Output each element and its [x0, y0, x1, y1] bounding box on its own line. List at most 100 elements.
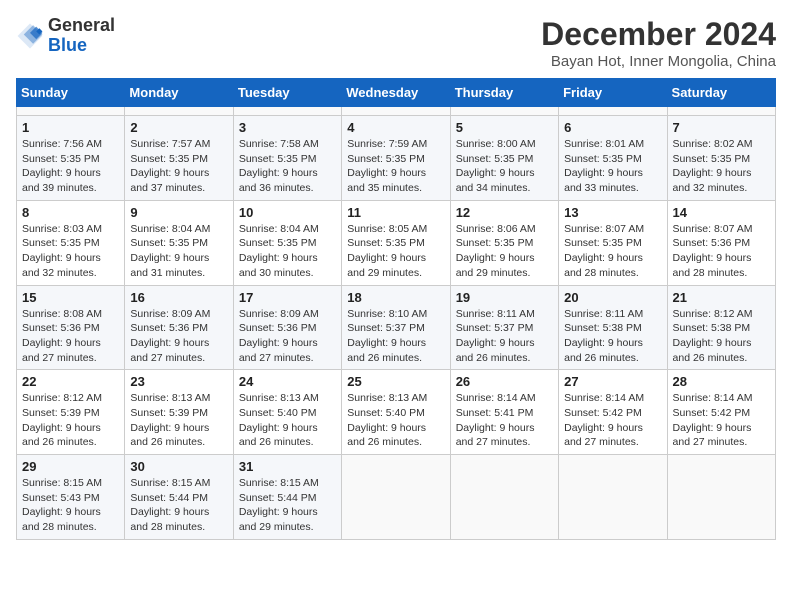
day-info: Sunrise: 8:02 AMSunset: 5:35 PMDaylight:…	[673, 137, 770, 196]
day-info: Sunrise: 8:10 AMSunset: 5:37 PMDaylight:…	[347, 307, 444, 366]
table-row: 26Sunrise: 8:14 AMSunset: 5:41 PMDayligh…	[450, 370, 558, 455]
table-row: 14 Sunrise: 8:07 AMSunset: 5:36 PMDayligh…	[667, 200, 775, 285]
day-info: Sunrise: 8:13 AMSunset: 5:39 PMDaylight:…	[130, 391, 227, 450]
table-row: 2Sunrise: 7:57 AMSunset: 5:35 PMDaylight…	[125, 116, 233, 201]
day-info: Sunrise: 8:14 AMSunset: 5:41 PMDaylight:…	[456, 391, 553, 450]
day-number: 27	[564, 374, 661, 389]
day-number: 19	[456, 290, 553, 305]
page-header: General Blue December 2024 Bayan Hot, In…	[16, 16, 776, 70]
day-number: 12	[456, 205, 553, 220]
table-row	[17, 107, 125, 116]
logo: General Blue	[16, 16, 115, 56]
day-info: Sunrise: 8:14 AMSunset: 5:42 PMDaylight:…	[564, 391, 661, 450]
table-row: 18Sunrise: 8:10 AMSunset: 5:37 PMDayligh…	[342, 285, 450, 370]
day-number: 4	[347, 120, 444, 135]
day-info: Sunrise: 8:04 AMSunset: 5:35 PMDaylight:…	[130, 222, 227, 281]
day-number: 22	[22, 374, 119, 389]
day-info: Sunrise: 7:57 AMSunset: 5:35 PMDaylight:…	[130, 137, 227, 196]
day-number: 11	[347, 205, 444, 220]
day-number: 24	[239, 374, 336, 389]
table-row	[342, 455, 450, 540]
day-number: 10	[239, 205, 336, 220]
table-row: 8Sunrise: 8:03 AMSunset: 5:35 PMDaylight…	[17, 200, 125, 285]
table-row: 30Sunrise: 8:15 AMSunset: 5:44 PMDayligh…	[125, 455, 233, 540]
day-number: 23	[130, 374, 227, 389]
day-info: Sunrise: 8:13 AMSunset: 5:40 PMDaylight:…	[239, 391, 336, 450]
header-saturday: Saturday	[667, 79, 775, 107]
table-row: 9 Sunrise: 8:04 AMSunset: 5:35 PMDaylight…	[125, 200, 233, 285]
calendar-table: Sunday Monday Tuesday Wednesday Thursday…	[16, 78, 776, 540]
table-row: 21 Sunrise: 8:12 AMSunset: 5:38 PMDayligh…	[667, 285, 775, 370]
table-row	[667, 455, 775, 540]
day-number: 7	[673, 120, 770, 135]
logo-blue: Blue	[48, 35, 87, 55]
table-row: 17Sunrise: 8:09 AMSunset: 5:36 PMDayligh…	[233, 285, 341, 370]
logo-text: General Blue	[48, 16, 115, 56]
table-row: 31Sunrise: 8:15 AMSunset: 5:44 PMDayligh…	[233, 455, 341, 540]
table-row: 11Sunrise: 8:05 AMSunset: 5:35 PMDayligh…	[342, 200, 450, 285]
day-number: 1	[22, 120, 119, 135]
day-number: 28	[673, 374, 770, 389]
location-title: Bayan Hot, Inner Mongolia, China	[541, 53, 776, 70]
table-row: 29 Sunrise: 8:15 AMSunset: 5:43 PMDayligh…	[17, 455, 125, 540]
day-info: Sunrise: 8:07 AMSunset: 5:35 PMDaylight:…	[564, 222, 661, 281]
day-number: 8	[22, 205, 119, 220]
header-thursday: Thursday	[450, 79, 558, 107]
calendar-header-row: Sunday Monday Tuesday Wednesday Thursday…	[17, 79, 776, 107]
day-number: 14	[673, 205, 770, 220]
day-info: Sunrise: 8:13 AMSunset: 5:40 PMDaylight:…	[347, 391, 444, 450]
day-info: Sunrise: 8:04 AMSunset: 5:35 PMDaylight:…	[239, 222, 336, 281]
table-row	[667, 107, 775, 116]
table-row	[342, 107, 450, 116]
calendar-week-row: 1 Sunrise: 7:56 AMSunset: 5:35 PMDaylight…	[17, 116, 776, 201]
table-row: 12 Sunrise: 8:06 AMSunset: 5:35 PMDayligh…	[450, 200, 558, 285]
table-row	[450, 455, 558, 540]
table-row: 4 Sunrise: 7:59 AMSunset: 5:35 PMDaylight…	[342, 116, 450, 201]
day-number: 29	[22, 459, 119, 474]
day-number: 20	[564, 290, 661, 305]
table-row	[559, 455, 667, 540]
table-row: 13Sunrise: 8:07 AMSunset: 5:35 PMDayligh…	[559, 200, 667, 285]
calendar-week-row: 29 Sunrise: 8:15 AMSunset: 5:43 PMDayligh…	[17, 455, 776, 540]
table-row: 20 Sunrise: 8:11 AMSunset: 5:38 PMDayligh…	[559, 285, 667, 370]
title-area: December 2024 Bayan Hot, Inner Mongolia,…	[541, 16, 776, 70]
table-row: 16Sunrise: 8:09 AMSunset: 5:36 PMDayligh…	[125, 285, 233, 370]
table-row: 28Sunrise: 8:14 AMSunset: 5:42 PMDayligh…	[667, 370, 775, 455]
day-number: 9	[130, 205, 227, 220]
table-row: 5Sunrise: 8:00 AMSunset: 5:35 PMDaylight…	[450, 116, 558, 201]
day-number: 5	[456, 120, 553, 135]
day-info: Sunrise: 8:15 AMSunset: 5:44 PMDaylight:…	[130, 476, 227, 535]
day-info: Sunrise: 8:12 AMSunset: 5:39 PMDaylight:…	[22, 391, 119, 450]
table-row	[125, 107, 233, 116]
table-row: 3Sunrise: 7:58 AMSunset: 5:35 PMDaylight…	[233, 116, 341, 201]
day-info: Sunrise: 8:01 AMSunset: 5:35 PMDaylight:…	[564, 137, 661, 196]
table-row	[233, 107, 341, 116]
day-info: Sunrise: 7:59 AMSunset: 5:35 PMDaylight:…	[347, 137, 444, 196]
calendar-week-row: 8Sunrise: 8:03 AMSunset: 5:35 PMDaylight…	[17, 200, 776, 285]
day-number: 16	[130, 290, 227, 305]
day-info: Sunrise: 8:11 AMSunset: 5:38 PMDaylight:…	[564, 307, 661, 366]
day-number: 31	[239, 459, 336, 474]
table-row: 23 Sunrise: 8:13 AMSunset: 5:39 PMDayligh…	[125, 370, 233, 455]
day-info: Sunrise: 8:07 AMSunset: 5:36 PMDaylight:…	[673, 222, 770, 281]
day-info: Sunrise: 8:12 AMSunset: 5:38 PMDaylight:…	[673, 307, 770, 366]
calendar-week-row: 15Sunrise: 8:08 AMSunset: 5:36 PMDayligh…	[17, 285, 776, 370]
calendar-week-row	[17, 107, 776, 116]
table-row: 22 Sunrise: 8:12 AMSunset: 5:39 PMDayligh…	[17, 370, 125, 455]
logo-icon	[16, 22, 44, 50]
day-info: Sunrise: 7:56 AMSunset: 5:35 PMDaylight:…	[22, 137, 119, 196]
day-number: 6	[564, 120, 661, 135]
table-row	[450, 107, 558, 116]
table-row: 15Sunrise: 8:08 AMSunset: 5:36 PMDayligh…	[17, 285, 125, 370]
day-number: 21	[673, 290, 770, 305]
header-tuesday: Tuesday	[233, 79, 341, 107]
table-row	[559, 107, 667, 116]
day-info: Sunrise: 8:15 AMSunset: 5:43 PMDaylight:…	[22, 476, 119, 535]
table-row: 25Sunrise: 8:13 AMSunset: 5:40 PMDayligh…	[342, 370, 450, 455]
table-row: 19Sunrise: 8:11 AMSunset: 5:37 PMDayligh…	[450, 285, 558, 370]
month-title: December 2024	[541, 16, 776, 53]
day-info: Sunrise: 8:06 AMSunset: 5:35 PMDaylight:…	[456, 222, 553, 281]
day-info: Sunrise: 8:09 AMSunset: 5:36 PMDaylight:…	[239, 307, 336, 366]
header-monday: Monday	[125, 79, 233, 107]
table-row: 24 Sunrise: 8:13 AMSunset: 5:40 PMDayligh…	[233, 370, 341, 455]
